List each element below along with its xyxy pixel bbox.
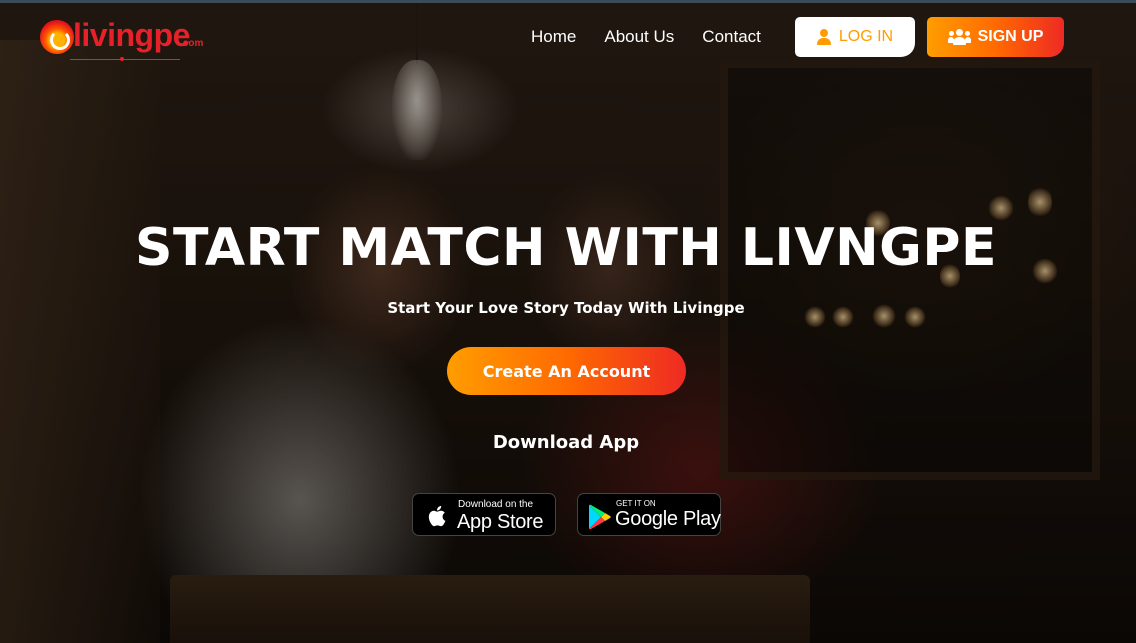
app-store-small-text: Download on the (458, 499, 534, 510)
app-store-big-text: App Store (457, 511, 544, 533)
download-app-heading: Download App (492, 432, 640, 453)
apple-icon (428, 505, 446, 527)
create-account-button[interactable]: Create An Account (447, 347, 686, 395)
google-play-icon (589, 504, 611, 530)
google-play-big-text: Google Play (615, 508, 721, 530)
hero-subtitle: Start Your Love Story Today With Livingp… (387, 299, 745, 317)
google-play-badge[interactable]: GET IT ON Google Play (577, 493, 721, 536)
hero-title: START MATCH WITH LIVNGPE (135, 218, 997, 278)
app-store-badge[interactable]: Download on the App Store (412, 493, 556, 536)
hero-section: START MATCH WITH LIVNGPE Start Your Love… (0, 0, 1136, 643)
